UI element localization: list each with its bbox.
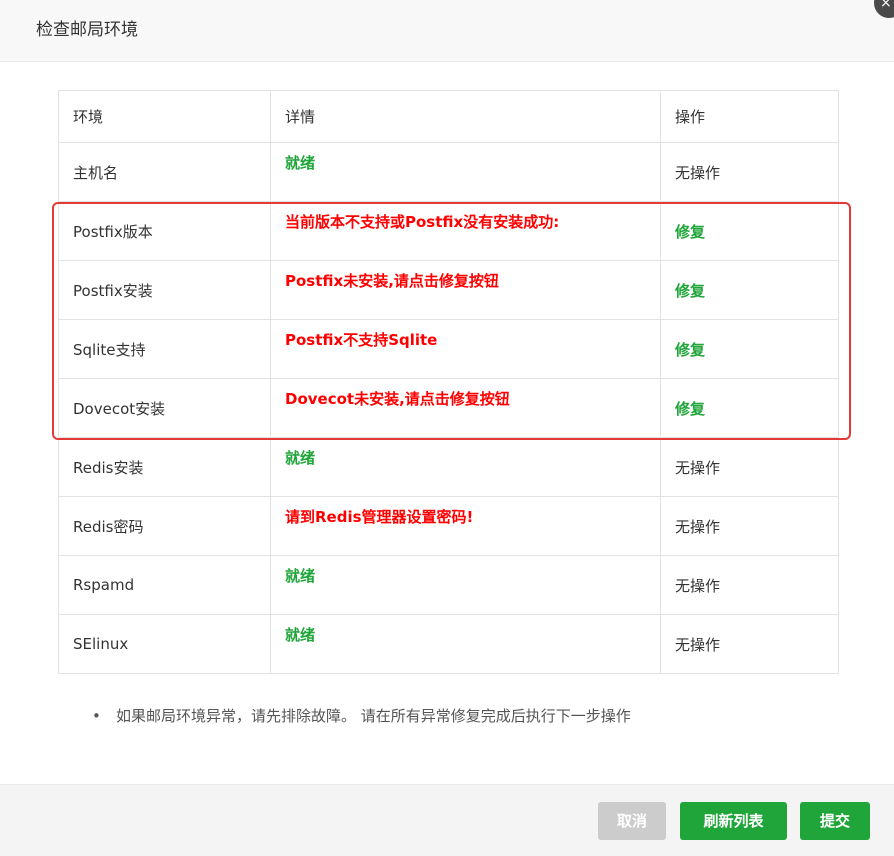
status-ready: 就绪 bbox=[285, 566, 316, 585]
dialog-title: 检查邮局环境 bbox=[36, 20, 138, 40]
detail-cell: Dovecot未安装,请点击修复按钮 bbox=[270, 378, 661, 438]
table-row: Dovecot安装 Dovecot未安装,请点击修复按钮修复 bbox=[58, 378, 839, 438]
fix-link[interactable]: 修复 bbox=[675, 282, 705, 300]
column-header-op: 操作 bbox=[660, 90, 839, 143]
op-cell: 无操作 bbox=[660, 142, 839, 202]
check-mail-env-dialog: 检查邮局环境 × 环境 详情 操作 主机名 就绪 无操作 Postfix版本 当前版本不… bbox=[0, 0, 894, 856]
detail-cell: 就绪 bbox=[270, 437, 661, 497]
status-error: 当前版本不支持或Postfix没有安装成功: bbox=[285, 212, 560, 231]
column-header-detail: 详情 bbox=[270, 90, 661, 143]
env-name-cell: Postfix版本 bbox=[58, 201, 271, 261]
fix-link[interactable]: 修复 bbox=[675, 341, 705, 359]
table-row: SElinux 就绪无操作 bbox=[58, 614, 839, 674]
no-op-label: 无操作 bbox=[675, 163, 721, 182]
bullet-icon: • bbox=[92, 707, 101, 725]
environment-table: 环境 详情 操作 主机名 就绪 无操作 Postfix版本 当前版本不支持或Postfi… bbox=[58, 90, 839, 674]
column-header-env: 环境 bbox=[58, 90, 271, 143]
table-row: Redis安装 就绪无操作 bbox=[58, 437, 839, 497]
detail-cell: 就绪 bbox=[270, 555, 661, 615]
refresh-list-button[interactable]: 刷新列表 bbox=[680, 802, 787, 840]
detail-cell: 就绪 bbox=[270, 142, 661, 202]
op-cell: 无操作 bbox=[660, 496, 839, 556]
no-op-label: 无操作 bbox=[675, 517, 721, 536]
dialog-footer: 取消 刷新列表 提交 bbox=[0, 784, 894, 856]
detail-cell: Postfix不支持Sqlite bbox=[270, 319, 661, 379]
op-cell: 修复 bbox=[660, 378, 839, 438]
table-row: Rspamd 就绪无操作 bbox=[58, 555, 839, 615]
env-name-cell: Redis安装 bbox=[58, 437, 271, 497]
table-row: Postfix版本 当前版本不支持或Postfix没有安装成功: 修复 bbox=[58, 201, 839, 261]
table-row: Redis密码 请到Redis管理器设置密码! 无操作 bbox=[58, 496, 839, 556]
no-op-label: 无操作 bbox=[675, 458, 721, 477]
fix-link[interactable]: 修复 bbox=[675, 223, 705, 241]
status-error: 请到Redis管理器设置密码! bbox=[285, 507, 474, 526]
status-error: Dovecot未安装,请点击修复按钮 bbox=[285, 389, 510, 408]
detail-cell: 请到Redis管理器设置密码! bbox=[270, 496, 661, 556]
fix-link[interactable]: 修复 bbox=[675, 400, 705, 418]
table-row: Sqlite支持 Postfix不支持Sqlite 修复 bbox=[58, 319, 839, 379]
cancel-button[interactable]: 取消 bbox=[598, 802, 666, 840]
op-cell: 无操作 bbox=[660, 437, 839, 497]
no-op-label: 无操作 bbox=[675, 635, 721, 654]
notice-text: • 如果邮局环境异常，请先排除故障。 请在所有异常修复完成后执行下一步操作 bbox=[92, 706, 631, 726]
env-name-cell: Sqlite支持 bbox=[58, 319, 271, 379]
submit-button[interactable]: 提交 bbox=[800, 802, 870, 840]
no-op-label: 无操作 bbox=[675, 576, 721, 595]
status-error: Postfix不支持Sqlite bbox=[285, 330, 438, 349]
op-cell: 无操作 bbox=[660, 555, 839, 615]
table-row: 主机名 就绪无操作 bbox=[58, 142, 839, 202]
table-row: Postfix安装 Postfix未安装,请点击修复按钮修复 bbox=[58, 260, 839, 320]
env-name-cell: Rspamd bbox=[58, 555, 271, 615]
status-ready: 就绪 bbox=[285, 153, 316, 172]
dialog-header: 检查邮局环境 bbox=[0, 0, 894, 62]
detail-cell: 当前版本不支持或Postfix没有安装成功: bbox=[270, 201, 661, 261]
table-header-row: 环境 详情 操作 bbox=[58, 90, 839, 143]
env-name-cell: Postfix安装 bbox=[58, 260, 271, 320]
op-cell: 修复 bbox=[660, 260, 839, 320]
notice-label: 如果邮局环境异常，请先排除故障。 请在所有异常修复完成后执行下一步操作 bbox=[116, 707, 631, 725]
detail-cell: 就绪 bbox=[270, 614, 661, 674]
op-cell: 无操作 bbox=[660, 614, 839, 674]
env-name-cell: Dovecot安装 bbox=[58, 378, 271, 438]
detail-cell: Postfix未安装,请点击修复按钮 bbox=[270, 260, 661, 320]
status-ready: 就绪 bbox=[285, 625, 316, 644]
status-error: Postfix未安装,请点击修复按钮 bbox=[285, 271, 499, 290]
op-cell: 修复 bbox=[660, 319, 839, 379]
env-name-cell: Redis密码 bbox=[58, 496, 271, 556]
op-cell: 修复 bbox=[660, 201, 839, 261]
status-ready: 就绪 bbox=[285, 448, 316, 467]
env-name-cell: SElinux bbox=[58, 614, 271, 674]
env-name-cell: 主机名 bbox=[58, 142, 271, 202]
